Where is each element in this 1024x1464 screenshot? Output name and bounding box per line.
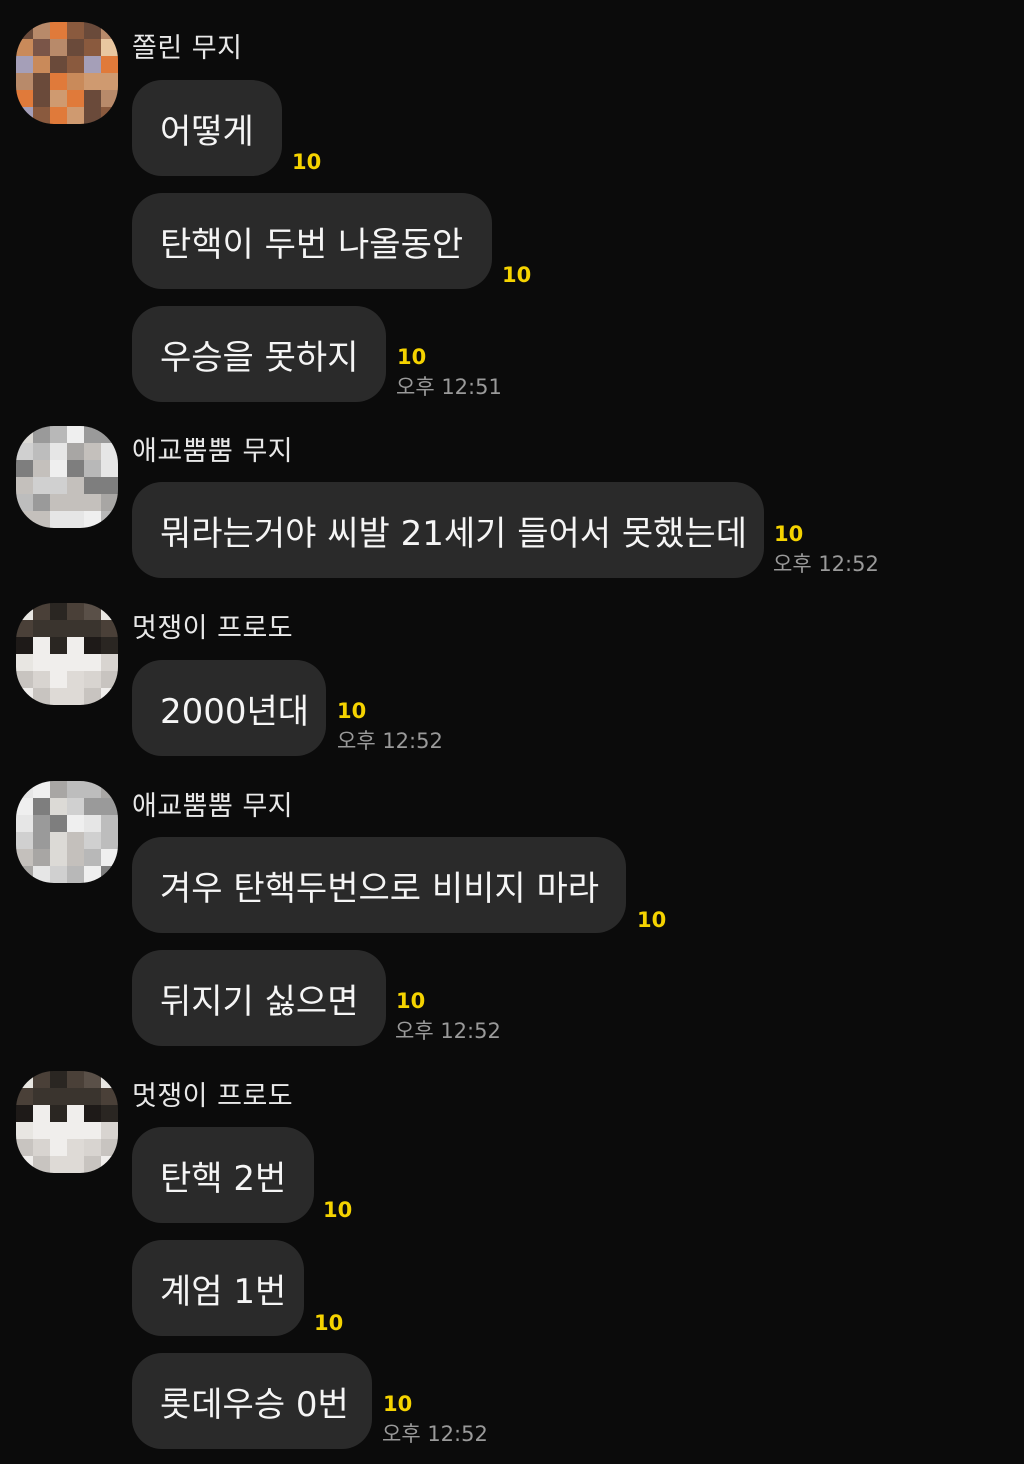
unread-count: 10: [774, 522, 804, 546]
timestamp: 오후 12:52: [382, 1422, 488, 1446]
unread-count: 10: [292, 150, 322, 174]
avatar[interactable]: [16, 1071, 118, 1173]
message-bubble[interactable]: 2000년대: [132, 660, 326, 756]
timestamp: 오후 12:51: [396, 375, 502, 399]
message-bubble[interactable]: 어떻게: [132, 80, 282, 176]
sender-name: 애교뿜뿜 무지: [132, 436, 294, 467]
timestamp: 오후 12:52: [773, 552, 879, 576]
unread-count: 10: [637, 908, 667, 932]
avatar[interactable]: [16, 603, 118, 705]
avatar[interactable]: [16, 22, 118, 124]
sender-name: 멋쟁이 프로도: [132, 613, 294, 644]
unread-count: 10: [502, 263, 532, 287]
sender-name: 애교뿜뿜 무지: [132, 791, 294, 822]
message-bubble[interactable]: 탄핵이 두번 나올동안: [132, 193, 492, 289]
unread-count: 10: [323, 1198, 353, 1222]
message-bubble[interactable]: 뭐라는거야 씨발 21세기 들어서 못했는데: [132, 482, 764, 578]
avatar[interactable]: [16, 781, 118, 883]
message-bubble[interactable]: 계엄 1번: [132, 1240, 304, 1336]
timestamp: 오후 12:52: [337, 729, 443, 753]
unread-count: 10: [396, 989, 426, 1013]
message-bubble[interactable]: 겨우 탄핵두번으로 비비지 마라: [132, 837, 626, 933]
unread-count: 10: [337, 699, 367, 723]
message-bubble[interactable]: 롯데우승 0번: [132, 1353, 372, 1449]
sender-name: 쫄린 무지: [132, 33, 243, 64]
timestamp: 오후 12:52: [395, 1019, 501, 1043]
sender-name: 멋쟁이 프로도: [132, 1081, 294, 1112]
unread-count: 10: [314, 1311, 344, 1335]
message-bubble[interactable]: 우승을 못하지: [132, 306, 386, 402]
message-bubble[interactable]: 뒤지기 싫으면: [132, 950, 386, 1046]
message-bubble[interactable]: 탄핵 2번: [132, 1127, 314, 1223]
unread-count: 10: [397, 345, 427, 369]
unread-count: 10: [383, 1392, 413, 1416]
avatar[interactable]: [16, 426, 118, 528]
chat-room: 쫄린 무지 어떻게 10 탄핵이 두번 나올동안 10 우승을 못하지 10 오…: [0, 0, 1024, 1464]
